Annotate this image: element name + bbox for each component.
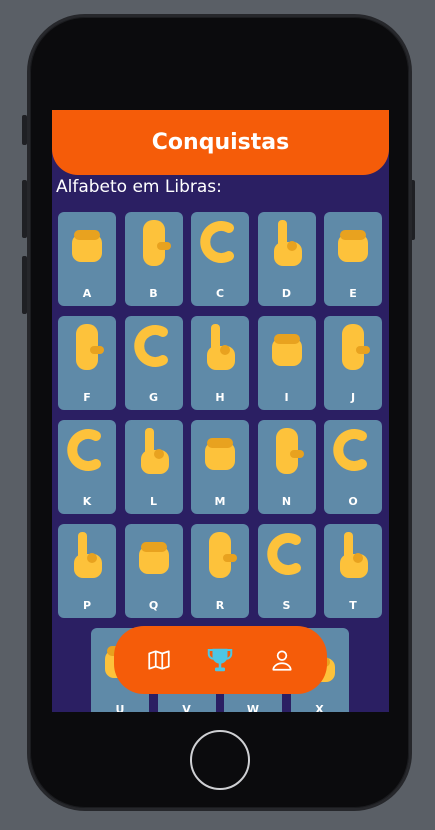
- hand-sign-icon: [342, 324, 370, 370]
- letter-label: U: [115, 703, 125, 712]
- letter-card-d[interactable]: D: [257, 212, 316, 306]
- letter-card-s[interactable]: S: [257, 524, 316, 618]
- letter-card-q[interactable]: Q: [124, 524, 183, 618]
- user-icon[interactable]: [264, 642, 300, 678]
- trophy-icon[interactable]: [202, 642, 238, 678]
- hand-sign-icon: [333, 429, 367, 471]
- letter-label: S: [282, 599, 291, 612]
- letter-card-j[interactable]: J: [324, 316, 382, 410]
- letter-card-n[interactable]: N: [257, 420, 316, 514]
- letter-label: X: [315, 703, 324, 712]
- letter-label: T: [349, 599, 357, 612]
- home-button[interactable]: [190, 730, 250, 790]
- hand-sign-icon: [140, 428, 169, 474]
- map-icon[interactable]: [141, 642, 177, 678]
- letter-label: L: [149, 495, 157, 508]
- letter-card-r[interactable]: R: [191, 524, 249, 618]
- letter-card-e[interactable]: E: [324, 212, 382, 306]
- letter-card-p[interactable]: P: [58, 524, 116, 618]
- hand-sign-icon: [76, 324, 104, 370]
- section-label: Alfabeto em Libras:: [56, 177, 222, 197]
- hand-sign-icon: [72, 230, 102, 262]
- letter-label: N: [281, 495, 292, 508]
- letter-label: P: [82, 599, 92, 612]
- letter-label: K: [82, 495, 92, 508]
- letter-card-m[interactable]: M: [191, 420, 249, 514]
- letter-card-t[interactable]: T: [324, 524, 382, 618]
- hand-sign-icon: [67, 429, 101, 471]
- letter-label: C: [215, 287, 225, 300]
- header-bar: Conquistas: [52, 110, 389, 175]
- letter-card-l[interactable]: L: [124, 420, 183, 514]
- letter-label: Q: [148, 599, 159, 612]
- hand-sign-icon: [74, 532, 102, 578]
- letter-label: I: [284, 391, 289, 404]
- hand-sign-icon: [338, 230, 368, 262]
- letter-label: G: [148, 391, 159, 404]
- letter-label: W: [246, 703, 260, 712]
- letter-label: F: [83, 391, 91, 404]
- letter-card-b[interactable]: B: [124, 212, 183, 306]
- letter-label: O: [348, 495, 358, 508]
- hand-sign-icon: [340, 532, 368, 578]
- hand-sign-icon: [273, 220, 302, 266]
- letter-label: J: [350, 391, 356, 404]
- page-title: Conquistas: [151, 130, 290, 155]
- letter-card-g[interactable]: G: [124, 316, 183, 410]
- letter-label: A: [82, 287, 92, 300]
- letter-label: D: [281, 287, 292, 300]
- letter-label: V: [182, 703, 191, 712]
- hand-sign-icon: [138, 542, 169, 574]
- letter-card-k[interactable]: K: [58, 420, 116, 514]
- letter-label: E: [349, 287, 357, 300]
- app-screen: Conquistas Alfabeto em Libras: A B C D E F G H I…: [52, 110, 389, 712]
- hand-sign-icon: [266, 533, 301, 575]
- hand-sign-icon: [200, 221, 234, 263]
- hand-sign-icon: [271, 334, 302, 366]
- letter-label: M: [214, 495, 226, 508]
- letter-label: R: [215, 599, 225, 612]
- hand-sign-icon: [133, 325, 168, 367]
- hand-sign-icon: [142, 220, 171, 266]
- hand-sign-icon: [207, 324, 235, 370]
- letter-label: H: [215, 391, 225, 404]
- bottom-nav: [114, 626, 327, 694]
- letter-card-h[interactable]: H: [191, 316, 249, 410]
- letter-card-c[interactable]: C: [191, 212, 249, 306]
- letter-card-o[interactable]: O: [324, 420, 382, 514]
- letter-card-i[interactable]: I: [257, 316, 316, 410]
- hand-sign-icon: [209, 532, 237, 578]
- letter-label: B: [149, 287, 158, 300]
- letter-card-a[interactable]: A: [58, 212, 116, 306]
- hand-sign-icon: [205, 438, 235, 470]
- letter-card-f[interactable]: F: [58, 316, 116, 410]
- hand-sign-icon: [275, 428, 304, 474]
